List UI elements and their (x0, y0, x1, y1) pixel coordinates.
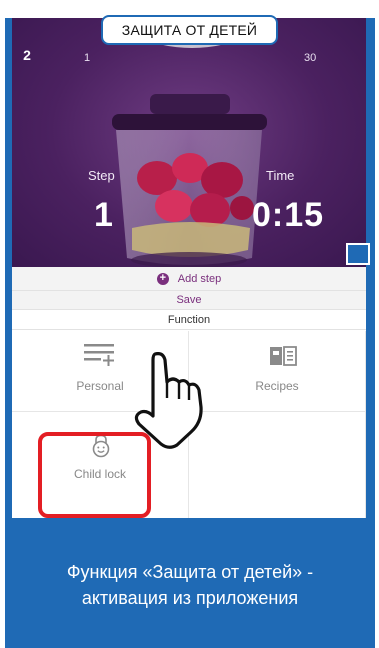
empty-tile (189, 412, 366, 518)
recipe-actions: + Add step Save Function (12, 267, 366, 330)
pointing-hand-icon (134, 352, 203, 449)
save-button[interactable]: Save (12, 291, 366, 310)
playlist-add-icon (84, 344, 114, 366)
step-value: 1 (94, 196, 114, 234)
plus-circle-icon: + (156, 272, 169, 285)
add-step-button[interactable]: + Add step (12, 267, 366, 291)
function-header: Function (12, 310, 366, 330)
caption-line-1: Функция «Защита от детей» - (66, 562, 314, 582)
recipes-tile[interactable]: Recipes (189, 331, 366, 412)
time-value: 0:15 (252, 196, 325, 234)
save-label: Save (176, 294, 202, 306)
step-label: Step (88, 168, 115, 183)
add-step-label: Add step (177, 272, 222, 285)
step-number-badge: 2 (23, 47, 31, 63)
chopper-bowl-illustration (112, 94, 267, 267)
dial-max-label: 30 (304, 52, 317, 64)
recipe-hero-image: 1 30 Step 1 Time 0:15 (12, 18, 366, 267)
time-label: Time (266, 168, 295, 183)
caption-box: Функция «Защита от детей» - активация из… (5, 518, 375, 648)
book-icon (270, 346, 297, 366)
function-header-label: Function (167, 313, 211, 326)
blue-marker (346, 243, 370, 265)
section-title: ЗАЩИТА ОТ ДЕТЕЙ (101, 15, 278, 45)
caption-line-2: активация из приложения (81, 588, 299, 608)
recipes-label: Recipes (255, 379, 299, 393)
dial-min-label: 1 (84, 52, 91, 64)
